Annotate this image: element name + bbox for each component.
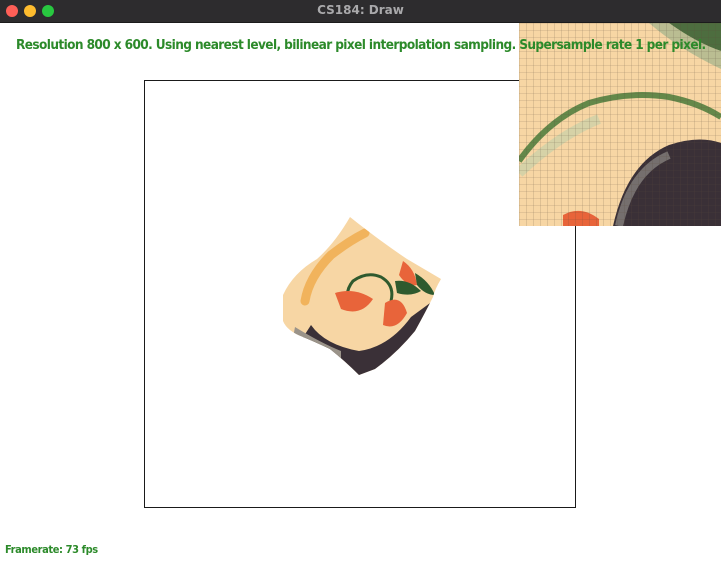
window-title: CS184: Draw xyxy=(317,3,404,17)
framerate-readout: Framerate: 73 fps xyxy=(5,543,98,556)
render-target-frame xyxy=(144,80,576,508)
draw-canvas[interactable]: Resolution 800 x 600. Using nearest leve… xyxy=(0,23,721,564)
warped-texture-quad xyxy=(283,217,441,375)
window-titlebar: CS184: Draw xyxy=(0,0,721,23)
zoom-inspector xyxy=(519,23,721,226)
render-status-text: Resolution 800 x 600. Using nearest leve… xyxy=(16,37,706,53)
